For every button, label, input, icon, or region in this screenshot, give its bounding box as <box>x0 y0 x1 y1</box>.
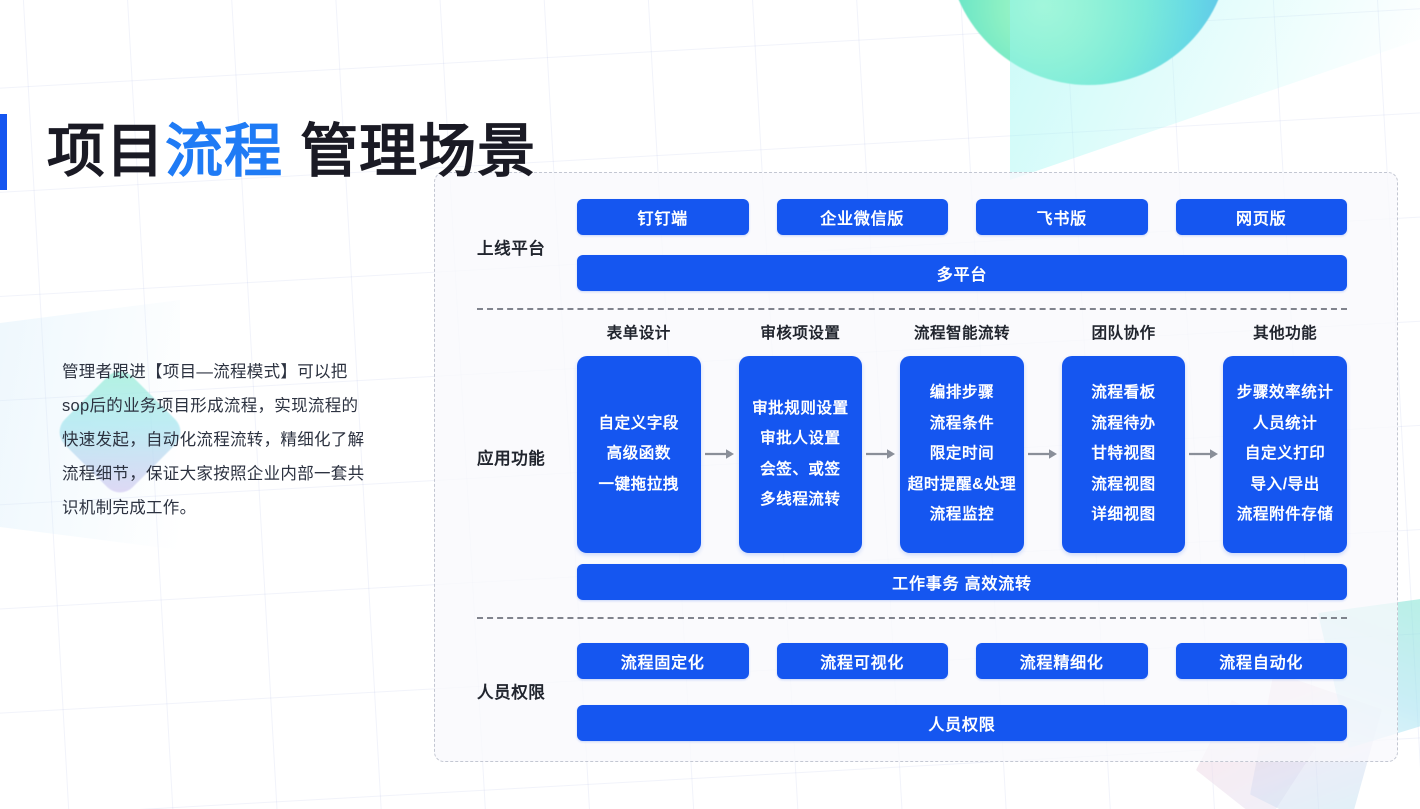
feature-item-5-5: 流程附件存储 <box>1236 506 1334 524</box>
feature-column-4: 团队协作流程看板流程待办甘特视图流程视图详细视图 <box>1061 321 1186 553</box>
feature-item-2-4: 多线程流转 <box>760 490 841 508</box>
feature-column-head-4: 团队协作 <box>1091 325 1156 342</box>
feature-item-1-2: 高级函数 <box>606 445 671 463</box>
feature-item-4-5: 详细视图 <box>1091 506 1156 524</box>
platform-chip-1[interactable]: 钉钉端 <box>577 199 749 235</box>
feature-card-1[interactable]: 自定义字段高级函数一键拖拉拽 <box>577 356 701 553</box>
page-title-prefix: 项目 <box>47 118 166 184</box>
feature-item-5-4: 导入/导出 <box>1250 475 1320 493</box>
flow-arrow-4 <box>1185 321 1223 553</box>
feature-column-head-2: 审核项设置 <box>760 325 841 342</box>
features-summary-bar[interactable]: 工作事务 高效流转 <box>577 564 1347 600</box>
platform-chip-2[interactable]: 企业微信版 <box>776 199 948 235</box>
feature-item-4-1: 流程看板 <box>1091 384 1156 402</box>
page-title: 项目流程 管理场景 <box>47 118 536 186</box>
feature-column-head-3: 流程智能流转 <box>913 325 1010 342</box>
flow-arrow-3 <box>1024 321 1062 553</box>
permissions-summary-bar[interactable]: 人员权限 <box>577 705 1347 741</box>
features-row-label: 应用功能 <box>477 450 546 468</box>
divider-features-permissions <box>477 617 1347 619</box>
feature-card-2[interactable]: 审批规则设置 审批人设置会签、或签多线程流转 <box>738 356 863 553</box>
page-title-highlight: 流程 <box>165 118 284 184</box>
feature-item-4-3: 甘特视图 <box>1091 445 1156 463</box>
feature-column-group: 表单设计 自定义字段 高级函数 一键拖拉拽 审核项设置 审批规则设置 审批人设置 会签、或签多… <box>577 321 1347 553</box>
permission-chip-3[interactable]: 流程精细化 <box>976 643 1148 679</box>
feature-item-1-1: 自定义字段 <box>598 414 680 432</box>
title-accent-bar <box>0 114 7 191</box>
feature-column-2: 审核项设置审批规则设置 审批人设置会签、或签多线程流转 <box>738 321 863 553</box>
platform-chip-4[interactable]: 网页版 <box>1175 199 1347 235</box>
feature-item-3-4: 超时提醒&处理 <box>907 475 1017 493</box>
divider-platform-features <box>477 308 1347 310</box>
feature-column-1: 表单设计自定义字段高级函数一键拖拉拽 <box>577 321 701 553</box>
feature-item-1-3: 一键拖拉拽 <box>598 475 680 493</box>
permissions-chip-row: 流程固定化 流程可视化 流程精细化 流程自动化 <box>577 643 1347 679</box>
feature-item-4-4: 流程视图 <box>1091 475 1156 493</box>
permission-chip-4[interactable]: 流程自动化 <box>1175 643 1347 679</box>
flow-arrow-1 <box>701 321 739 553</box>
permissions-row-label: 人员权限 <box>477 684 546 702</box>
arrow-right-icon <box>1189 449 1219 459</box>
page-header: 项目流程 管理场景 <box>0 79 536 225</box>
arrow-right-icon <box>1027 449 1057 459</box>
platform-chip-row: 钉钉端 企业微信版 飞书版 网页版 <box>577 199 1347 235</box>
feature-item-5-3: 自定义打印 <box>1244 445 1326 463</box>
flow-arrow-2 <box>862 321 900 553</box>
feature-item-3-1: 编排步骤 <box>929 384 995 402</box>
permission-chip-1[interactable]: 流程固定化 <box>577 643 749 679</box>
scenario-diagram: 上线平台 钉钉端 企业微信版 飞书版 网页版 多平台 应用功能 表单设计自定义字段高级… <box>434 172 1398 762</box>
intro-paragraph: 管理者跟进【项目—流程模式】可以把sop后的业务项目形成流程，实现流程的快速发起… <box>62 362 365 517</box>
feature-item-5-1: 步骤效率统计 <box>1236 384 1334 402</box>
arrow-right-icon <box>866 449 896 459</box>
feature-column-head-5: 其他功能 <box>1253 325 1318 342</box>
platform-chip-3[interactable]: 飞书版 <box>976 199 1148 235</box>
feature-card-3[interactable]: 编排步骤流程条件限定时间超时提醒&处理 流程监控 <box>900 356 1024 553</box>
feature-item-2-1: 审批规则设置 <box>752 399 849 417</box>
feature-column-5: 其他功能步骤效率统计 人员统计自定义打印导入/导出流程附件存储 <box>1223 321 1347 553</box>
feature-item-2-2: 审批人设置 <box>760 430 841 448</box>
arrow-right-icon <box>704 449 734 459</box>
feature-item-5-2: 人员统计 <box>1252 414 1318 432</box>
feature-card-5[interactable]: 步骤效率统计 人员统计自定义打印导入/导出流程附件存储 <box>1223 356 1347 553</box>
feature-column-head-1: 表单设计 <box>606 325 671 342</box>
platform-row-label: 上线平台 <box>477 240 546 258</box>
permission-chip-2[interactable]: 流程可视化 <box>776 643 948 679</box>
feature-item-2-3: 会签、或签 <box>760 460 841 478</box>
page-title-suffix: 管理场景 <box>283 118 537 184</box>
feature-item-3-3: 限定时间 <box>929 445 995 463</box>
feature-card-4[interactable]: 流程看板流程待办甘特视图流程视图详细视图 <box>1061 356 1186 553</box>
feature-column-3: 流程智能流转 编排步骤流程条件限定时间超时提醒&处理 流程监控 <box>900 321 1024 553</box>
feature-item-4-2: 流程待办 <box>1091 414 1156 432</box>
feature-item-3-5: 流程监控 <box>929 506 995 524</box>
feature-item-3-2: 流程条件 <box>929 414 995 432</box>
platform-summary-bar[interactable]: 多平台 <box>577 255 1347 291</box>
